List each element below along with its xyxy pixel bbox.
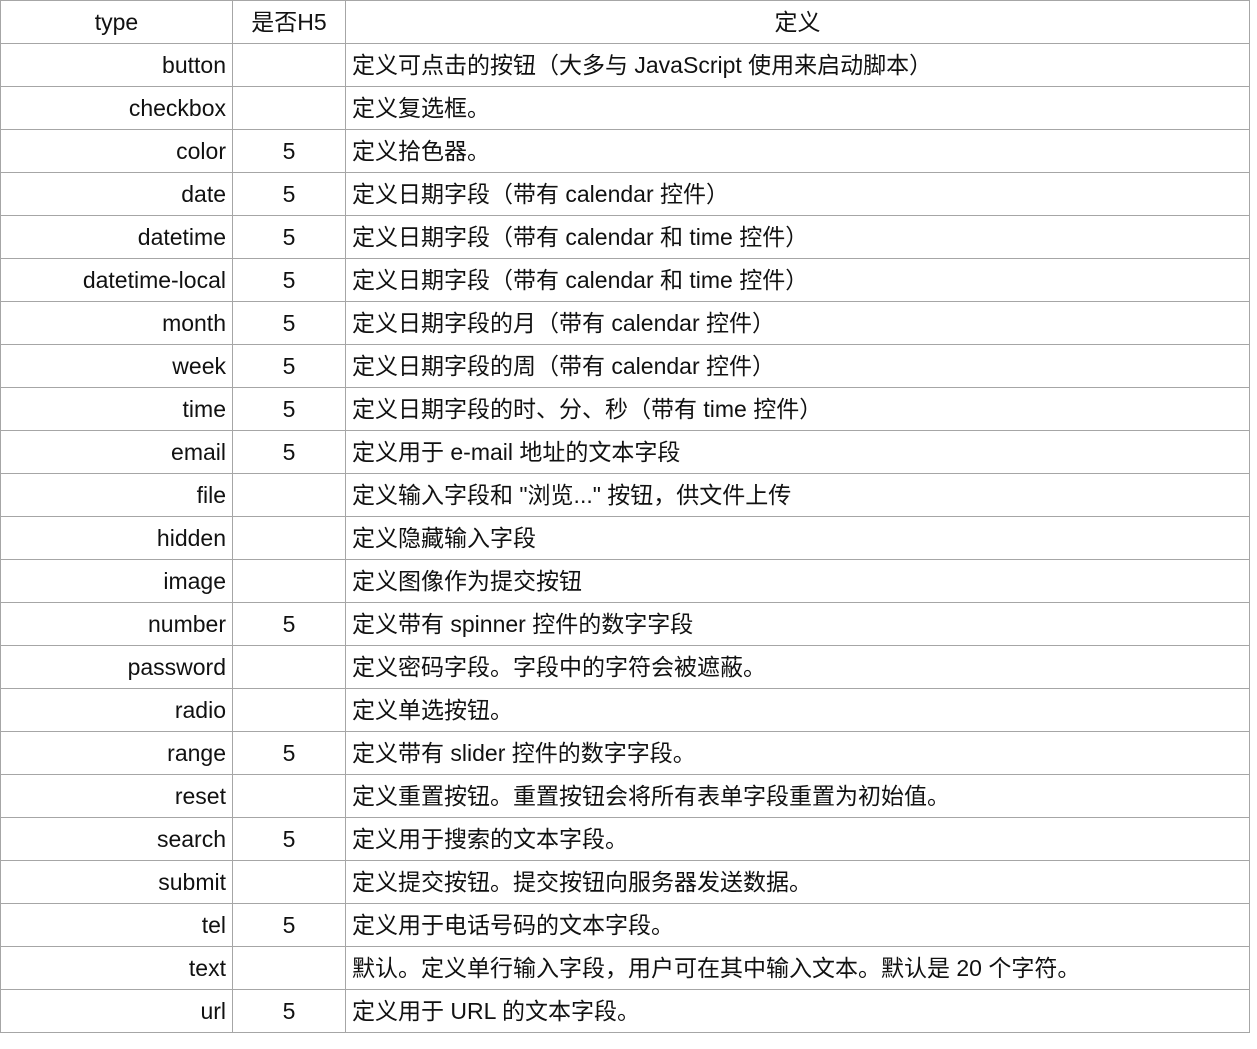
cell-type-name: file <box>0 473 233 517</box>
cell-type-name: submit <box>0 860 233 904</box>
cell-definition: 定义单选按钮。 <box>345 688 1250 732</box>
table-row: text 默认。定义单行输入字段，用户可在其中输入文本。默认是 20 个字符。 <box>0 946 1250 990</box>
cell-definition: 定义日期字段的月（带有 calendar 控件） <box>345 301 1250 345</box>
cell-h5-marker: 5 <box>232 172 346 216</box>
cell-definition: 定义带有 spinner 控件的数字字段 <box>345 602 1250 646</box>
cell-type-name: password <box>0 645 233 689</box>
cell-type-name: datetime-local <box>0 258 233 302</box>
cell-h5-marker: 5 <box>232 602 346 646</box>
cell-definition: 定义日期字段的时、分、秒（带有 time 控件） <box>345 387 1250 431</box>
cell-type-name: url <box>0 989 233 1033</box>
table-row: range 5 定义带有 slider 控件的数字字段。 <box>0 731 1250 775</box>
cell-definition: 定义带有 slider 控件的数字字段。 <box>345 731 1250 775</box>
cell-type-name: search <box>0 817 233 861</box>
table-row: image 定义图像作为提交按钮 <box>0 559 1250 603</box>
table-row: datetime 5 定义日期字段（带有 calendar 和 time 控件） <box>0 215 1250 259</box>
table-row: email 5 定义用于 e-mail 地址的文本字段 <box>0 430 1250 474</box>
cell-definition: 定义密码字段。字段中的字符会被遮蔽。 <box>345 645 1250 689</box>
table-row: password 定义密码字段。字段中的字符会被遮蔽。 <box>0 645 1250 689</box>
cell-h5-marker <box>232 946 346 990</box>
cell-h5-marker: 5 <box>232 344 346 388</box>
cell-h5-marker: 5 <box>232 301 346 345</box>
cell-definition: 定义重置按钮。重置按钮会将所有表单字段重置为初始值。 <box>345 774 1250 818</box>
cell-definition: 定义拾色器。 <box>345 129 1250 173</box>
cell-definition: 定义隐藏输入字段 <box>345 516 1250 560</box>
cell-definition: 定义输入字段和 "浏览..." 按钮，供文件上传 <box>345 473 1250 517</box>
table-row: hidden 定义隐藏输入字段 <box>0 516 1250 560</box>
column-header-type: type <box>0 0 233 44</box>
cell-type-name: email <box>0 430 233 474</box>
cell-type-name: date <box>0 172 233 216</box>
cell-definition: 定义提交按钮。提交按钮向服务器发送数据。 <box>345 860 1250 904</box>
cell-h5-marker: 5 <box>232 258 346 302</box>
table-row: number 5 定义带有 spinner 控件的数字字段 <box>0 602 1250 646</box>
cell-type-name: text <box>0 946 233 990</box>
cell-definition: 定义用于电话号码的文本字段。 <box>345 903 1250 947</box>
table-row: week 5 定义日期字段的周（带有 calendar 控件） <box>0 344 1250 388</box>
cell-h5-marker: 5 <box>232 430 346 474</box>
cell-h5-marker <box>232 688 346 732</box>
table-row: color 5 定义拾色器。 <box>0 129 1250 173</box>
cell-h5-marker <box>232 473 346 517</box>
cell-h5-marker <box>232 516 346 560</box>
cell-type-name: time <box>0 387 233 431</box>
spreadsheet-canvas: type 是否H5 定义 button 定义可点击的按钮（大多与 JavaScri… <box>0 0 1257 1049</box>
cell-h5-marker: 5 <box>232 989 346 1033</box>
cell-h5-marker: 5 <box>232 129 346 173</box>
table-row: reset 定义重置按钮。重置按钮会将所有表单字段重置为初始值。 <box>0 774 1250 818</box>
table-row: tel 5 定义用于电话号码的文本字段。 <box>0 903 1250 947</box>
cell-h5-marker <box>232 559 346 603</box>
cell-definition: 定义用于 URL 的文本字段。 <box>345 989 1250 1033</box>
cell-type-name: tel <box>0 903 233 947</box>
table-row: button 定义可点击的按钮（大多与 JavaScript 使用来启动脚本） <box>0 43 1250 87</box>
cell-type-name: image <box>0 559 233 603</box>
table-header-row: type 是否H5 定义 <box>0 0 1250 44</box>
cell-type-name: number <box>0 602 233 646</box>
cell-type-name: button <box>0 43 233 87</box>
column-header-definition: 定义 <box>345 0 1250 44</box>
table-row: checkbox 定义复选框。 <box>0 86 1250 130</box>
table-row: url 5 定义用于 URL 的文本字段。 <box>0 989 1250 1033</box>
table-row: submit 定义提交按钮。提交按钮向服务器发送数据。 <box>0 860 1250 904</box>
cell-type-name: color <box>0 129 233 173</box>
table-row: radio 定义单选按钮。 <box>0 688 1250 732</box>
cell-h5-marker <box>232 860 346 904</box>
cell-h5-marker <box>232 645 346 689</box>
table-body: type 是否H5 定义 button 定义可点击的按钮（大多与 JavaScri… <box>0 0 1250 1033</box>
cell-h5-marker <box>232 43 346 87</box>
cell-type-name: radio <box>0 688 233 732</box>
cell-h5-marker: 5 <box>232 387 346 431</box>
cell-type-name: checkbox <box>0 86 233 130</box>
cell-h5-marker: 5 <box>232 903 346 947</box>
column-header-h5: 是否H5 <box>232 0 346 44</box>
table-row: search 5 定义用于搜索的文本字段。 <box>0 817 1250 861</box>
table-row: month 5 定义日期字段的月（带有 calendar 控件） <box>0 301 1250 345</box>
input-type-reference-table: type 是否H5 定义 button 定义可点击的按钮（大多与 JavaScri… <box>0 0 1250 1033</box>
cell-type-name: week <box>0 344 233 388</box>
cell-type-name: range <box>0 731 233 775</box>
cell-definition: 默认。定义单行输入字段，用户可在其中输入文本。默认是 20 个字符。 <box>345 946 1250 990</box>
cell-type-name: month <box>0 301 233 345</box>
cell-type-name: datetime <box>0 215 233 259</box>
cell-definition: 定义日期字段（带有 calendar 控件） <box>345 172 1250 216</box>
table-row: time 5 定义日期字段的时、分、秒（带有 time 控件） <box>0 387 1250 431</box>
table-row: file 定义输入字段和 "浏览..." 按钮，供文件上传 <box>0 473 1250 517</box>
cell-type-name: hidden <box>0 516 233 560</box>
cell-definition: 定义日期字段的周（带有 calendar 控件） <box>345 344 1250 388</box>
cell-definition: 定义复选框。 <box>345 86 1250 130</box>
cell-definition: 定义图像作为提交按钮 <box>345 559 1250 603</box>
cell-definition: 定义用于搜索的文本字段。 <box>345 817 1250 861</box>
cell-h5-marker <box>232 86 346 130</box>
cell-definition: 定义用于 e-mail 地址的文本字段 <box>345 430 1250 474</box>
cell-h5-marker: 5 <box>232 731 346 775</box>
table-row: date 5 定义日期字段（带有 calendar 控件） <box>0 172 1250 216</box>
cell-definition: 定义可点击的按钮（大多与 JavaScript 使用来启动脚本） <box>345 43 1250 87</box>
cell-definition: 定义日期字段（带有 calendar 和 time 控件） <box>345 215 1250 259</box>
cell-h5-marker: 5 <box>232 817 346 861</box>
cell-type-name: reset <box>0 774 233 818</box>
cell-definition: 定义日期字段（带有 calendar 和 time 控件） <box>345 258 1250 302</box>
table-row: datetime-local 5 定义日期字段（带有 calendar 和 time… <box>0 258 1250 302</box>
cell-h5-marker <box>232 774 346 818</box>
cell-h5-marker: 5 <box>232 215 346 259</box>
